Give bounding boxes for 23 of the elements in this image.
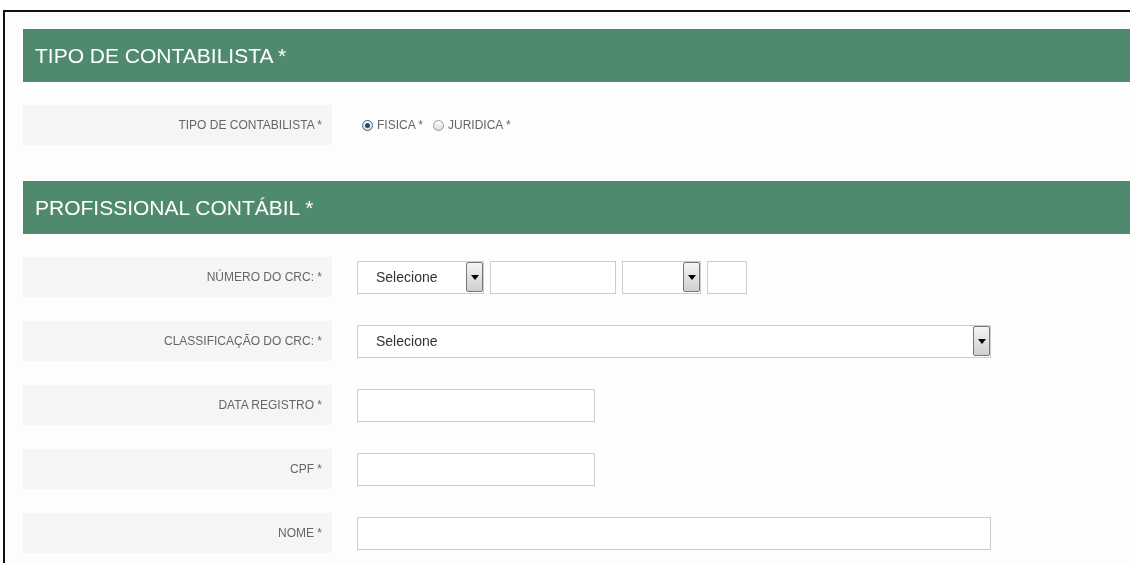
caret-icon xyxy=(683,262,700,292)
field-label: CLASSIFICAÇÃO DO CRC: * xyxy=(23,321,332,361)
caret-icon xyxy=(466,262,483,292)
field-label: CPF * xyxy=(23,449,332,489)
input-field[interactable] xyxy=(707,260,747,294)
field-label: NOME * xyxy=(23,513,332,553)
input-field[interactable] xyxy=(357,516,991,550)
field-label: DATA REGISTRO * xyxy=(23,385,332,425)
dropdown-field[interactable] xyxy=(622,260,701,294)
radio-icon[interactable] xyxy=(362,119,373,131)
dropdown-field[interactable]: Selecione xyxy=(357,324,991,358)
section-header: TIPO DE CONTABILISTA * xyxy=(23,29,1130,82)
radio-option[interactable]: JURIDICA * xyxy=(433,118,511,132)
field-label: NÚMERO DO CRC: * xyxy=(23,257,332,297)
caret-icon xyxy=(973,326,990,356)
section-header: PROFISSIONAL CONTÁBIL * xyxy=(23,181,1130,234)
field-label: TIPO DE CONTABILISTA * xyxy=(23,105,332,145)
radio-option[interactable]: FISICA * xyxy=(362,118,423,132)
input-field[interactable] xyxy=(490,260,616,294)
radio-icon[interactable] xyxy=(433,119,444,131)
input-field[interactable] xyxy=(357,388,595,422)
input-field[interactable] xyxy=(357,452,595,486)
dropdown-field[interactable]: Selecione xyxy=(357,260,484,294)
